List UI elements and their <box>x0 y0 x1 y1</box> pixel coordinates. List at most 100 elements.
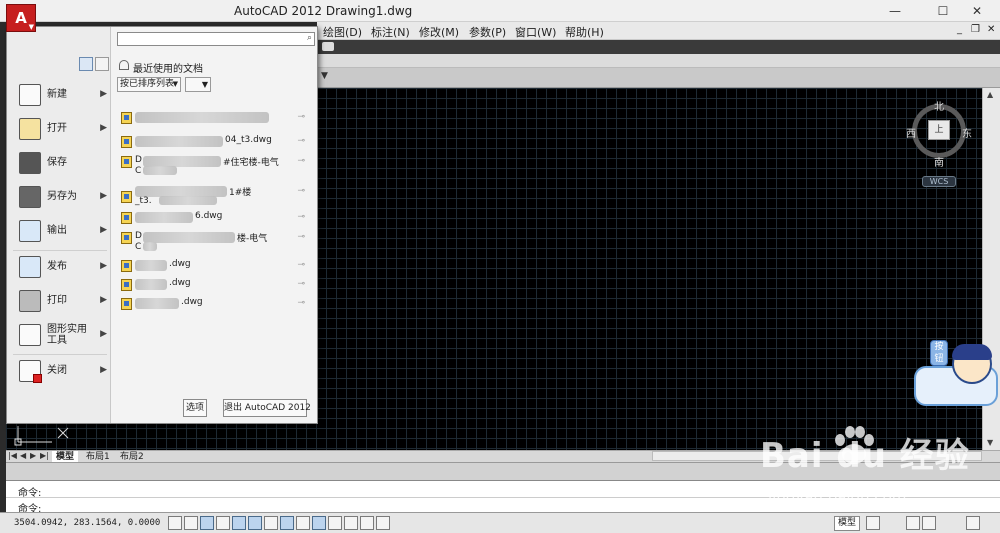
redacted-filename <box>159 196 217 205</box>
exit-autocad-button[interactable]: 退出 AutoCAD 2012 <box>223 399 311 417</box>
ducs-button[interactable] <box>296 516 310 530</box>
tab-last-icon[interactable]: ▶| <box>40 451 49 460</box>
app-menu-save-as[interactable]: 另存为 ▶ <box>11 183 109 213</box>
recent-file-item[interactable]: 6.dwg ⊸ <box>119 211 305 225</box>
chevron-right-icon: ▶ <box>100 295 107 305</box>
horizontal-scrollbar[interactable] <box>652 451 982 461</box>
pin-icon[interactable]: ⊸ <box>297 232 305 242</box>
doc-close-button[interactable]: ✕ <box>987 24 995 35</box>
object-snap-button[interactable] <box>248 516 262 530</box>
pin-icon[interactable]: ⊸ <box>297 136 305 146</box>
recent-file-item[interactable]: 04_t3.dwg ⊸ <box>119 135 305 149</box>
chevron-right-icon: ▶ <box>100 365 107 375</box>
redacted-filename <box>135 279 167 290</box>
ribbon-panel <box>317 54 1000 68</box>
tab-prev-icon[interactable]: ◀ <box>20 451 26 460</box>
app-menu-separator <box>13 250 107 251</box>
app-menu-publish[interactable]: 发布 ▶ <box>11 253 109 283</box>
snap-mode-button[interactable] <box>184 516 198 530</box>
application-button[interactable]: A ▼ <box>6 4 36 32</box>
recent-file-item[interactable]: 1#楼 _t3. ⊸ <box>119 185 305 209</box>
app-menu-close[interactable]: 关闭 ▶ <box>11 357 109 387</box>
menu-window[interactable]: 窗口(W) <box>515 24 556 40</box>
polar-tracking-button[interactable] <box>232 516 246 530</box>
options-button[interactable]: 选项 <box>183 399 207 417</box>
recent-documents-icon <box>119 60 129 70</box>
grid-display-button[interactable] <box>200 516 214 530</box>
recent-documents-view-icon[interactable] <box>79 57 93 71</box>
scroll-up-icon[interactable]: ▲ <box>987 90 993 99</box>
quick-view-layouts-button[interactable] <box>866 516 880 530</box>
selection-cycling-button[interactable] <box>376 516 390 530</box>
maximize-button[interactable]: ☐ <box>928 2 958 20</box>
minimize-button[interactable]: — <box>880 2 910 20</box>
lineweight-button[interactable] <box>328 516 342 530</box>
menu-draw[interactable]: 绘图(D) <box>323 24 362 40</box>
menu-parametric[interactable]: 参数(P) <box>469 24 506 40</box>
pin-icon[interactable]: ⊸ <box>297 260 305 270</box>
app-menu-export[interactable]: 输出 ▶ <box>11 217 109 247</box>
dwg-file-icon <box>121 212 132 224</box>
wcs-menu[interactable]: WCS <box>922 176 956 187</box>
model-space-toggle[interactable]: 模型 <box>834 516 861 531</box>
open-documents-view-icon[interactable] <box>95 57 109 71</box>
collapse-arrow-icon[interactable]: ▼ <box>321 71 328 81</box>
app-menu-print[interactable]: 打印 ▶ <box>11 287 109 317</box>
dynamic-input-button[interactable] <box>312 516 326 530</box>
object-snap-tracking-button[interactable] <box>280 516 294 530</box>
pin-icon[interactable]: ⊸ <box>297 212 305 222</box>
sort-order-dropdown[interactable]: 按已排序列表 ▼ <box>117 77 181 92</box>
recent-file-item[interactable]: .dwg ⊸ <box>119 297 305 311</box>
tab-first-icon[interactable]: |◀ <box>8 451 17 460</box>
recent-file-item[interactable]: ⊸ <box>119 111 305 125</box>
autocad-logo-icon: A <box>15 9 27 27</box>
pin-icon[interactable]: ⊸ <box>297 186 305 196</box>
recent-file-item[interactable]: .dwg ⊸ <box>119 278 305 292</box>
redacted-filename <box>135 260 167 271</box>
menu-bar: 绘图(D) 标注(N) 修改(M) 参数(P) 窗口(W) 帮助(H) _ ❐ … <box>317 22 1000 40</box>
display-mode-dropdown[interactable]: ▼ <box>185 77 211 92</box>
dwg-file-icon <box>121 191 132 203</box>
ortho-mode-button[interactable] <box>216 516 230 530</box>
doc-minimize-button[interactable]: _ <box>957 24 962 35</box>
tab-next-icon[interactable]: ▶ <box>30 451 36 460</box>
redacted-filename <box>143 166 177 175</box>
menu-modify[interactable]: 修改(M) <box>419 24 459 40</box>
viewcube-top-face[interactable]: 上 <box>928 120 950 140</box>
workspace-switch-button[interactable] <box>906 516 920 530</box>
redacted-filename <box>135 212 193 223</box>
pin-icon[interactable]: ⊸ <box>297 279 305 289</box>
app-menu-new[interactable]: 新建 ▶ <box>11 81 109 111</box>
pin-icon[interactable]: ⊸ <box>297 156 305 166</box>
pin-icon[interactable]: ⊸ <box>297 298 305 308</box>
search-icon[interactable]: ⌕ <box>307 33 312 43</box>
camera-icon[interactable] <box>322 42 334 51</box>
transparency-button[interactable] <box>344 516 358 530</box>
recent-file-item[interactable]: .dwg ⊸ <box>119 259 305 273</box>
recent-file-item[interactable]: D 楼-电气 C ⊸ <box>119 231 305 255</box>
pin-icon[interactable]: ⊸ <box>297 112 305 122</box>
infer-constraints-button[interactable] <box>168 516 182 530</box>
app-menu-drawing-utilities[interactable]: 图形实用 工具 ▶ <box>11 321 109 351</box>
dwg-file-icon <box>121 260 132 272</box>
scroll-down-icon[interactable]: ▼ <box>987 438 993 447</box>
compass-west[interactable]: 西 <box>906 125 916 140</box>
3d-object-snap-button[interactable] <box>264 516 278 530</box>
viewcube[interactable]: 上 北 南 东 西 <box>906 98 972 169</box>
compass-east[interactable]: 东 <box>962 125 972 140</box>
doc-restore-button[interactable]: ❐ <box>971 24 980 35</box>
compass-south[interactable]: 南 <box>934 154 944 169</box>
menu-dimension[interactable]: 标注(N) <box>371 24 410 40</box>
menu-help[interactable]: 帮助(H) <box>565 24 604 40</box>
toolbar-lock-button[interactable] <box>922 516 936 530</box>
command-window[interactable]: 命令: 命令: <box>6 480 1000 515</box>
quick-properties-button[interactable] <box>360 516 374 530</box>
app-menu-search-input[interactable]: ⌕ <box>117 32 315 46</box>
recent-file-item[interactable]: D #住宅楼-电气 C ⊸ <box>119 155 305 179</box>
close-window-button[interactable]: ✕ <box>962 2 992 20</box>
app-menu-open[interactable]: 打开 ▶ <box>11 115 109 145</box>
app-menu-save[interactable]: 保存 <box>11 149 109 179</box>
clean-screen-button[interactable] <box>966 516 980 530</box>
coordinates-readout[interactable]: 3504.0942, 283.1564, 0.0000 <box>14 518 160 528</box>
compass-north[interactable]: 北 <box>934 98 944 113</box>
